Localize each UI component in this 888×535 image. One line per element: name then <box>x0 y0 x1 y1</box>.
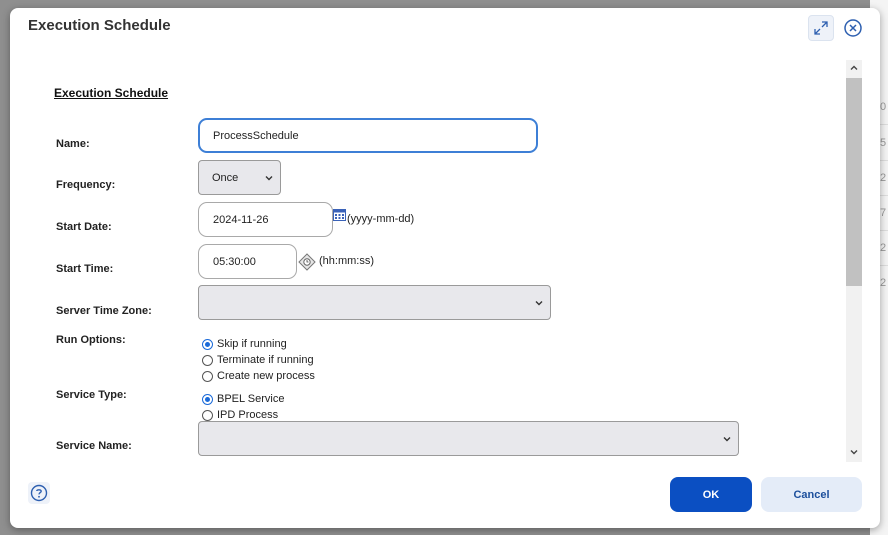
start-time-input[interactable]: 05:30:00 <box>198 244 297 279</box>
radio-ipd-process[interactable]: IPD Process <box>202 408 278 422</box>
radio-button[interactable] <box>202 370 213 382</box>
service-type-label: Service Type: <box>56 389 127 401</box>
run-options-label: Run Options: <box>56 334 126 346</box>
chevron-down-icon <box>723 436 731 441</box>
server-time-zone-label: Server Time Zone: <box>56 305 152 317</box>
radio-button[interactable] <box>202 354 213 366</box>
scroll-down-icon[interactable] <box>850 448 858 456</box>
execution-schedule-dialog: Execution Schedule Execution Schedule Na… <box>10 8 880 528</box>
name-label: Name: <box>56 138 90 150</box>
start-date-format-hint: (yyyy-mm-dd) <box>347 213 415 225</box>
radio-bpel-service[interactable]: BPEL Service <box>202 392 284 406</box>
section-title: Execution Schedule <box>54 86 169 100</box>
radio-terminate-if-running[interactable]: Terminate if running <box>202 353 314 367</box>
bg-fragment: 2 <box>880 242 887 254</box>
cancel-button[interactable]: Cancel <box>761 477 862 512</box>
clock-picker-icon[interactable] <box>298 253 316 271</box>
bg-fragment: 0 <box>880 101 887 113</box>
start-time-format-hint: (hh:mm:ss) <box>319 255 374 267</box>
radio-skip-if-running[interactable]: Skip if running <box>202 337 287 351</box>
radio-button[interactable] <box>202 393 213 405</box>
service-name-label: Service Name: <box>56 440 132 452</box>
name-input[interactable]: ProcessSchedule <box>198 118 538 153</box>
start-time-label: Start Time: <box>56 263 114 275</box>
expand-button[interactable] <box>808 15 834 41</box>
dialog-title: Execution Schedule <box>28 17 171 34</box>
expand-icon <box>814 21 828 35</box>
service-name-select[interactable] <box>198 421 739 456</box>
chevron-down-icon <box>265 175 273 180</box>
close-circle-icon <box>844 19 862 37</box>
help-button[interactable] <box>28 482 50 504</box>
start-date-label: Start Date: <box>56 221 112 233</box>
radio-label: IPD Process <box>217 409 279 421</box>
help-icon <box>30 484 48 502</box>
calendar-icon[interactable] <box>333 209 346 221</box>
scroll-up-icon[interactable] <box>850 64 858 72</box>
radio-label: BPEL Service <box>217 393 285 405</box>
server-time-zone-select[interactable] <box>198 285 551 320</box>
bg-fragment: 7 <box>880 207 887 219</box>
frequency-value: Once <box>212 171 239 184</box>
frequency-label: Frequency: <box>56 179 116 191</box>
scrollbar-thumb[interactable] <box>846 78 862 286</box>
ok-button[interactable]: OK <box>670 477 752 512</box>
close-button[interactable] <box>840 15 866 41</box>
start-date-input[interactable]: 2024-11-26 <box>198 202 333 237</box>
bg-fragment: 2 <box>880 277 887 289</box>
radio-label: Terminate if running <box>217 354 314 366</box>
bg-fragment: 5 <box>880 137 887 149</box>
radio-create-new-process[interactable]: Create new process <box>202 369 315 383</box>
radio-button[interactable] <box>202 338 213 350</box>
content-scrollbar[interactable] <box>846 60 862 462</box>
radio-label: Skip if running <box>217 338 287 350</box>
radio-button[interactable] <box>202 409 213 421</box>
radio-label: Create new process <box>217 370 315 382</box>
bg-fragment: 2 <box>880 172 887 184</box>
frequency-select[interactable]: Once <box>198 160 281 195</box>
chevron-down-icon <box>535 300 543 305</box>
dialog-content: Execution Schedule Name: ProcessSchedule… <box>10 60 846 462</box>
